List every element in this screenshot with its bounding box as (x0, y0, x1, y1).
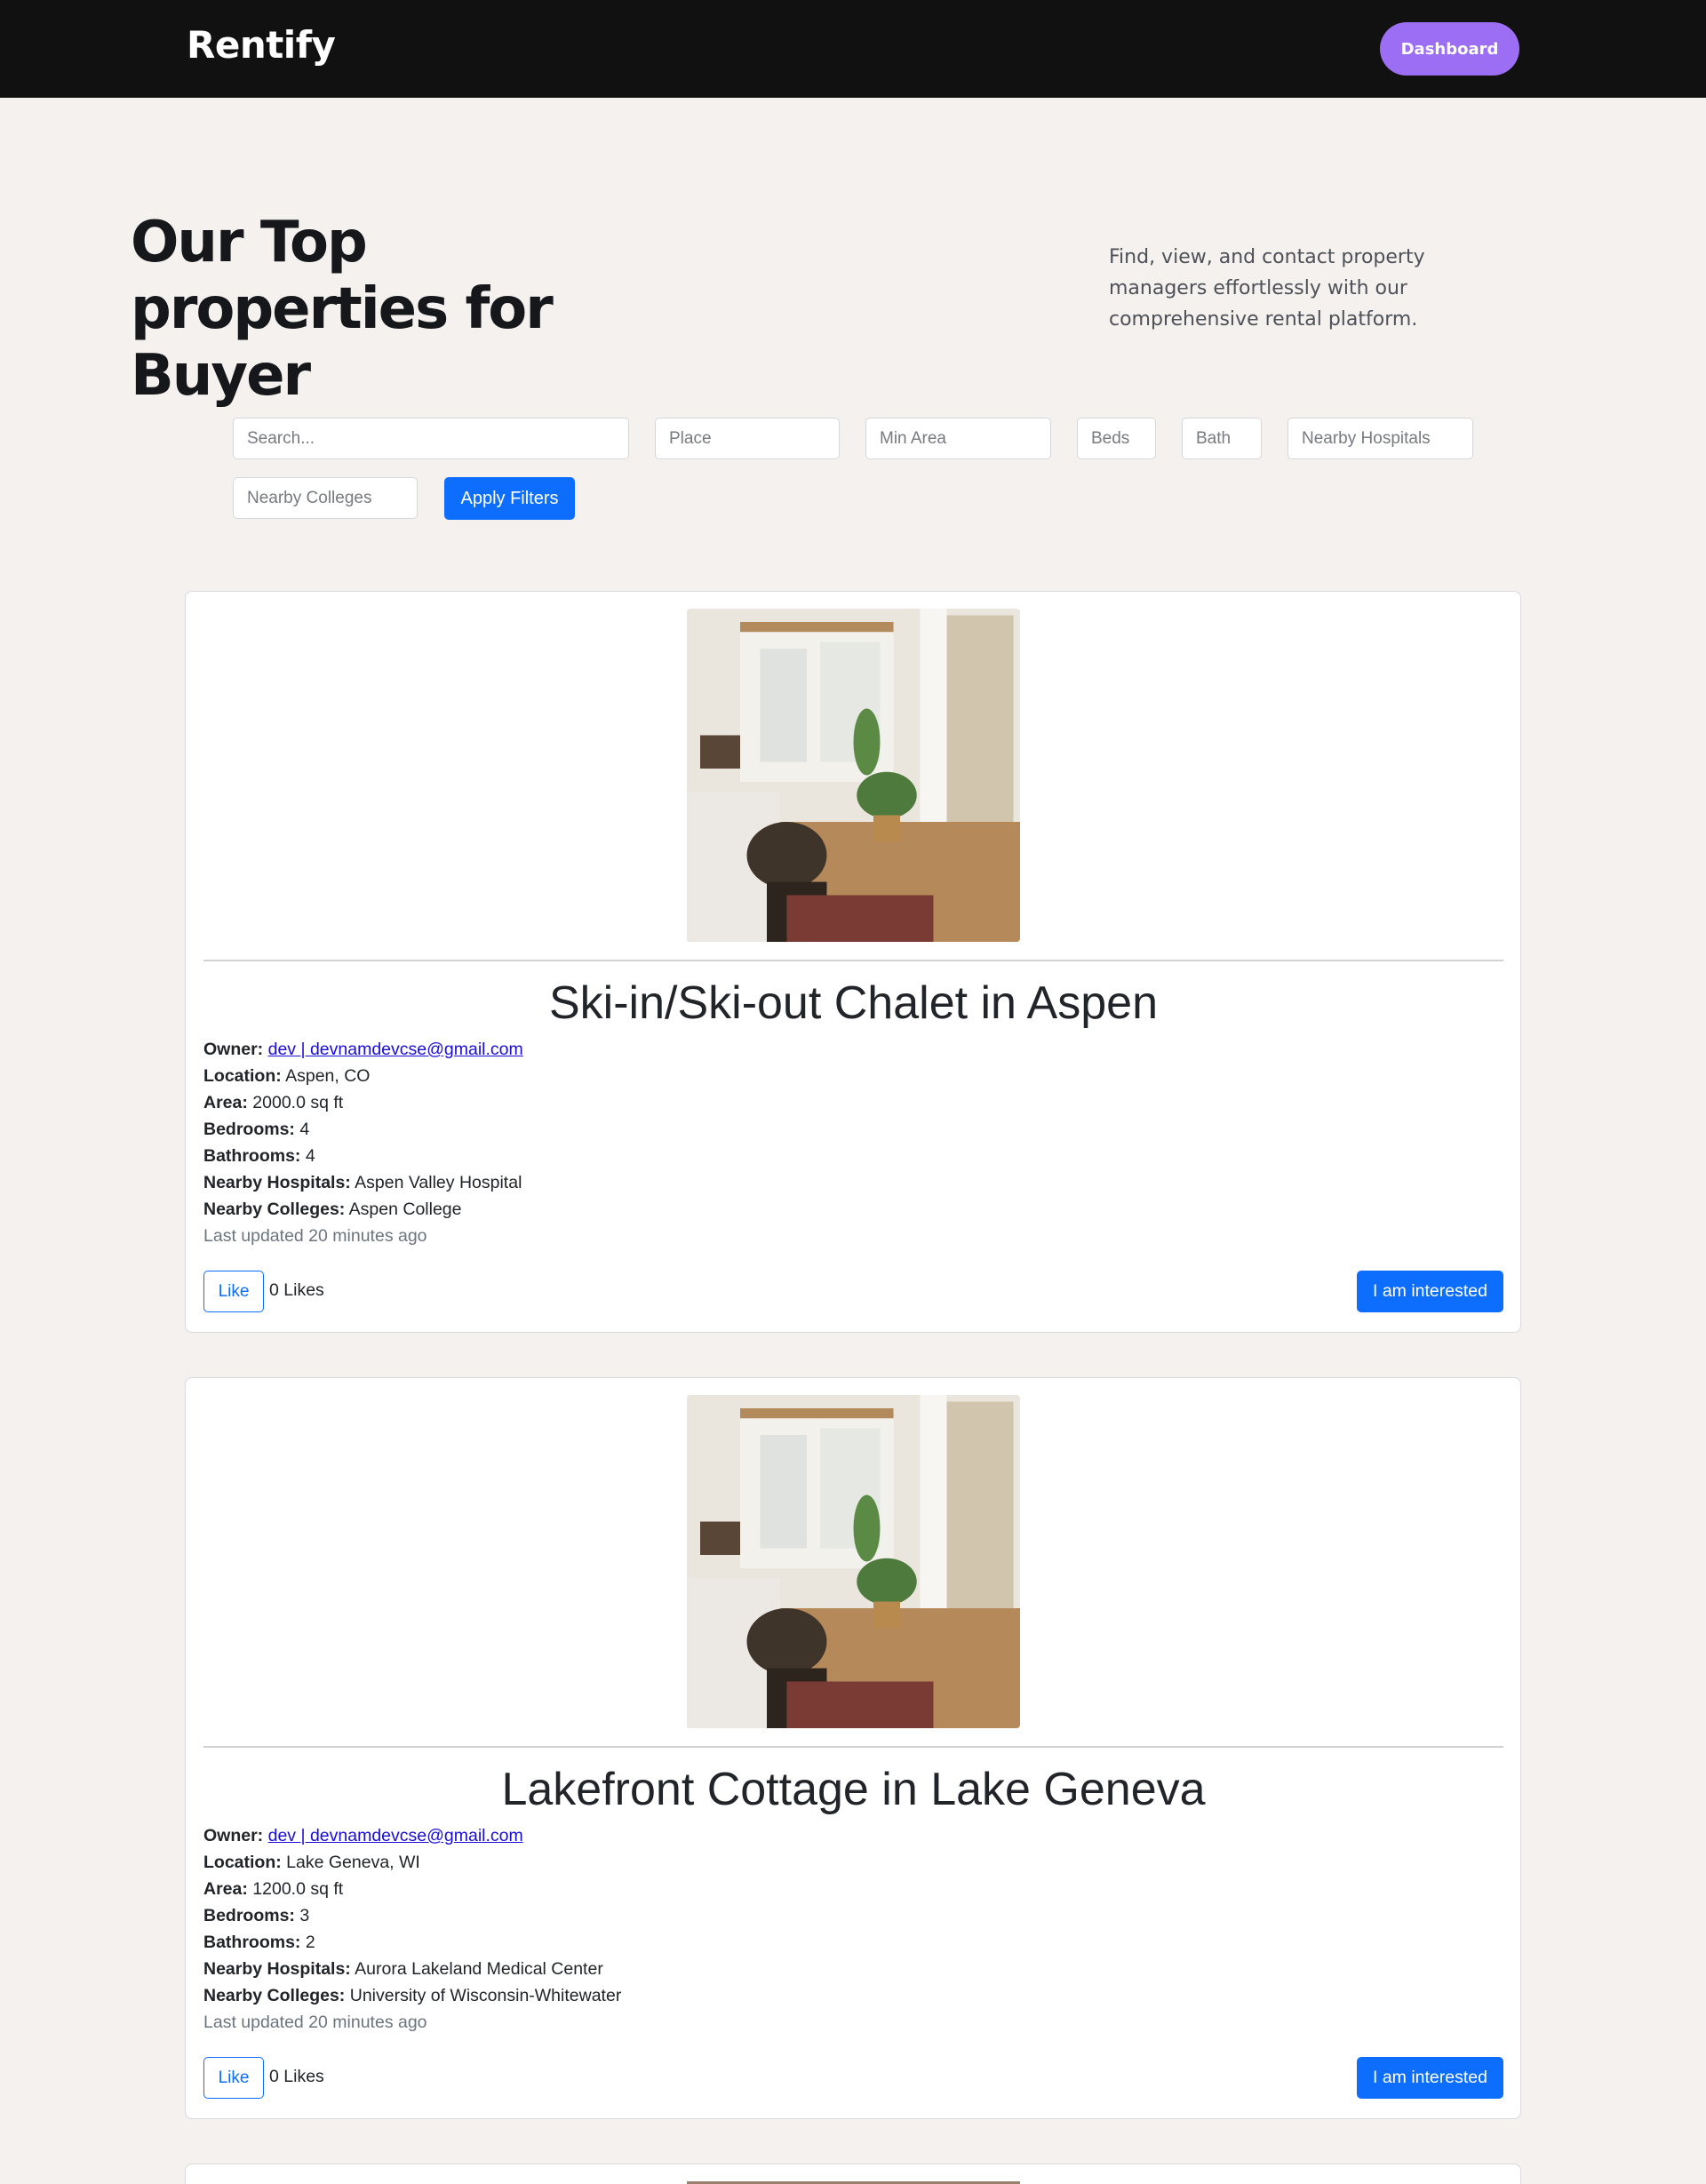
location-value: Aspen, CO (285, 1066, 371, 1086)
bedrooms-value: 4 (299, 1120, 310, 1139)
hospitals-label: Nearby Hospitals: (203, 1959, 351, 1979)
location-value: Lake Geneva, WI (286, 1853, 420, 1872)
bedrooms-label: Bedrooms: (203, 1906, 295, 1925)
bathrooms-row: Bathrooms: 4 (203, 1143, 523, 1169)
interested-button[interactable]: I am interested (1357, 2057, 1503, 2099)
location-label: Location: (203, 1853, 282, 1872)
property-card (185, 2164, 1521, 2184)
colleges-label: Nearby Colleges: (203, 1200, 346, 1219)
top-navbar: Rentify Dashboard (0, 0, 1706, 98)
location-row: Location: Aspen, CO (203, 1063, 523, 1089)
apply-filters-button[interactable]: Apply Filters (444, 477, 575, 520)
location-row: Location: Lake Geneva, WI (203, 1849, 621, 1876)
nearby-colleges-input[interactable]: Nearby Colleges (233, 477, 418, 519)
beds-input[interactable]: Beds (1077, 418, 1156, 459)
dashboard-button[interactable]: Dashboard (1380, 22, 1519, 76)
owner-label: Owner: (203, 1040, 264, 1059)
room-interior-image (687, 1395, 1020, 1728)
property-photo[interactable] (687, 609, 1020, 942)
interested-button[interactable]: I am interested (1357, 1271, 1503, 1312)
bathrooms-value: 2 (305, 1933, 315, 1952)
property-title: Lakefront Cottage in Lake Geneva (501, 1764, 1206, 1815)
bedrooms-label: Bedrooms: (203, 1120, 295, 1139)
property-details: Owner: dev | devnamdevcse@gmail.com Loca… (203, 1822, 621, 2036)
likes-count: 0 Likes (269, 1280, 324, 1300)
colleges-label: Nearby Colleges: (203, 1986, 346, 2005)
baths-input[interactable]: Bath (1182, 418, 1262, 459)
hospitals-row: Nearby Hospitals: Aurora Lakeland Medica… (203, 1956, 621, 1982)
bathrooms-label: Bathrooms: (203, 1933, 301, 1952)
like-button[interactable]: Like (203, 1271, 264, 1312)
nearby-hospitals-input[interactable]: Nearby Hospitals (1287, 418, 1473, 459)
search-input[interactable]: Search... (233, 418, 629, 459)
card-divider (203, 960, 1503, 961)
owner-link[interactable]: dev | devnamdevcse@gmail.com (268, 1040, 523, 1059)
bathrooms-row: Bathrooms: 2 (203, 1929, 621, 1956)
area-row: Area: 1200.0 sq ft (203, 1876, 621, 1902)
property-title: Ski-in/Ski-out Chalet in Aspen (548, 977, 1158, 1029)
hospitals-label: Nearby Hospitals: (203, 1173, 351, 1192)
property-card: Ski-in/Ski-out Chalet in Aspen Owner: de… (185, 591, 1521, 1333)
likes-count: 0 Likes (269, 2067, 324, 2086)
location-label: Location: (203, 1066, 282, 1086)
last-updated-text: Last updated 20 minutes ago (203, 2013, 427, 2032)
area-row: Area: 2000.0 sq ft (203, 1089, 523, 1116)
bathrooms-value: 4 (305, 1146, 315, 1166)
hospitals-row: Nearby Hospitals: Aspen Valley Hospital (203, 1169, 523, 1196)
like-button[interactable]: Like (203, 2057, 264, 2099)
owner-label: Owner: (203, 1826, 264, 1845)
area-value: 2000.0 sq ft (252, 1093, 344, 1112)
colleges-value: University of Wisconsin-Whitewater (349, 1986, 622, 2005)
page-title: Our Top properties for Buyer (131, 210, 554, 409)
brand-logo[interactable]: Rentify (187, 23, 336, 67)
bathrooms-label: Bathrooms: (203, 1146, 301, 1166)
card-divider (203, 1746, 1503, 1748)
min-area-input[interactable]: Min Area (865, 418, 1051, 459)
hero-description: Find, view, and contact property manager… (1109, 246, 1425, 331)
owner-link[interactable]: dev | devnamdevcse@gmail.com (268, 1826, 523, 1845)
property-photo[interactable] (687, 1395, 1020, 1728)
hospitals-value: Aurora Lakeland Medical Center (355, 1959, 603, 1979)
bedrooms-row: Bedrooms: 3 (203, 1902, 621, 1929)
bedrooms-row: Bedrooms: 4 (203, 1116, 523, 1143)
area-label: Area: (203, 1879, 248, 1899)
room-interior-image (687, 609, 1020, 942)
owner-row: Owner: dev | devnamdevcse@gmail.com (203, 1036, 523, 1063)
area-value: 1200.0 sq ft (252, 1879, 344, 1899)
colleges-row: Nearby Colleges: University of Wisconsin… (203, 1982, 621, 2009)
colleges-row: Nearby Colleges: Aspen College (203, 1196, 523, 1223)
area-label: Area: (203, 1093, 248, 1112)
owner-row: Owner: dev | devnamdevcse@gmail.com (203, 1822, 621, 1849)
colleges-value: Aspen College (348, 1200, 462, 1219)
property-details: Owner: dev | devnamdevcse@gmail.com Loca… (203, 1036, 523, 1249)
place-input[interactable]: Place (655, 418, 840, 459)
bedrooms-value: 3 (299, 1906, 310, 1925)
hospitals-value: Aspen Valley Hospital (355, 1173, 522, 1192)
property-card: Lakefront Cottage in Lake Geneva Owner: … (185, 1377, 1521, 2119)
last-updated-text: Last updated 20 minutes ago (203, 1226, 427, 1246)
